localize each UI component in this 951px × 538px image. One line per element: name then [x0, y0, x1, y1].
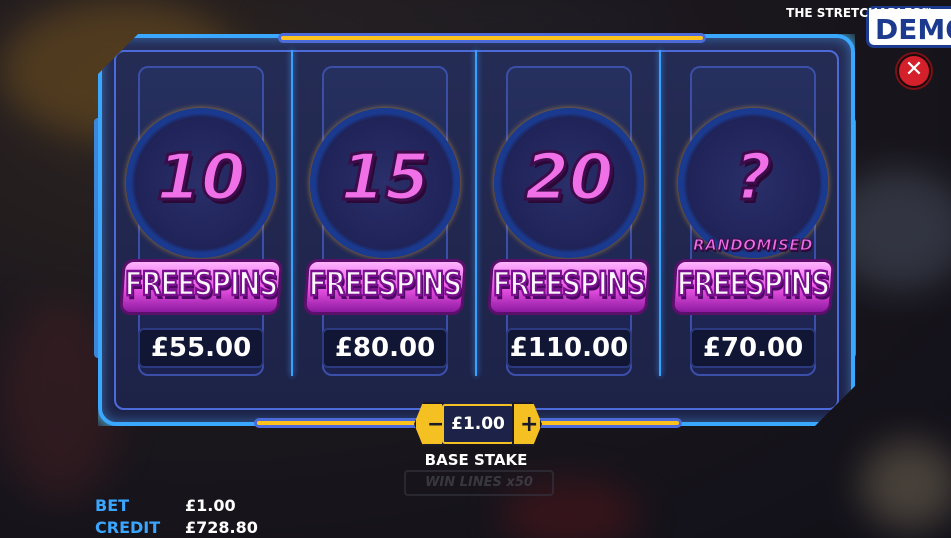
- close-icon: ✕: [904, 57, 924, 82]
- panel-divider: [291, 50, 293, 376]
- freespins-logo: FREESPINS: [672, 256, 834, 318]
- credit-value: £728.80: [185, 518, 258, 537]
- freespins-logo: FREESPINS: [488, 256, 650, 318]
- panel-divider: [475, 50, 477, 376]
- credit-label: CREDIT: [95, 518, 161, 537]
- option-price[interactable]: £110.00: [506, 328, 632, 368]
- randomised-label: RANDOMISED: [693, 236, 813, 255]
- base-stake-label: BASE STAKE: [424, 451, 528, 469]
- spins-count: 10: [155, 140, 247, 217]
- spins-count: ?: [733, 140, 773, 217]
- plus-icon: +: [520, 412, 539, 437]
- game-title: THE STRETCHABLES™: [786, 6, 933, 20]
- stake-increase-button[interactable]: +: [512, 402, 542, 446]
- freespins-logo: FREESPINS: [120, 256, 282, 318]
- panel-top-bar: [278, 33, 706, 43]
- spins-count: 15: [339, 140, 431, 217]
- freespins-option-10[interactable]: 10 FREESPINS £55.00: [122, 66, 280, 378]
- freespins-logo: FREESPINS: [304, 256, 466, 318]
- freespins-option-20[interactable]: 20 FREESPINS £110.00: [490, 66, 648, 378]
- stake-selector: − £1.00 +: [414, 402, 542, 446]
- bet-value: £1.00: [185, 496, 236, 515]
- option-price[interactable]: £80.00: [322, 328, 448, 368]
- freespins-option-15[interactable]: 15 FREESPINS £80.00: [306, 66, 464, 378]
- spins-count: 20: [523, 140, 615, 217]
- freespins-option-random[interactable]: ? RANDOMISED FREESPINS £70.00: [674, 66, 832, 378]
- stake-decrease-button[interactable]: −: [414, 402, 444, 446]
- stake-value: £1.00: [442, 404, 514, 444]
- panel-divider: [659, 50, 661, 376]
- option-price[interactable]: £55.00: [138, 328, 264, 368]
- close-button[interactable]: ✕: [897, 54, 931, 88]
- option-price[interactable]: £70.00: [690, 328, 816, 368]
- bet-label: BET: [95, 496, 130, 515]
